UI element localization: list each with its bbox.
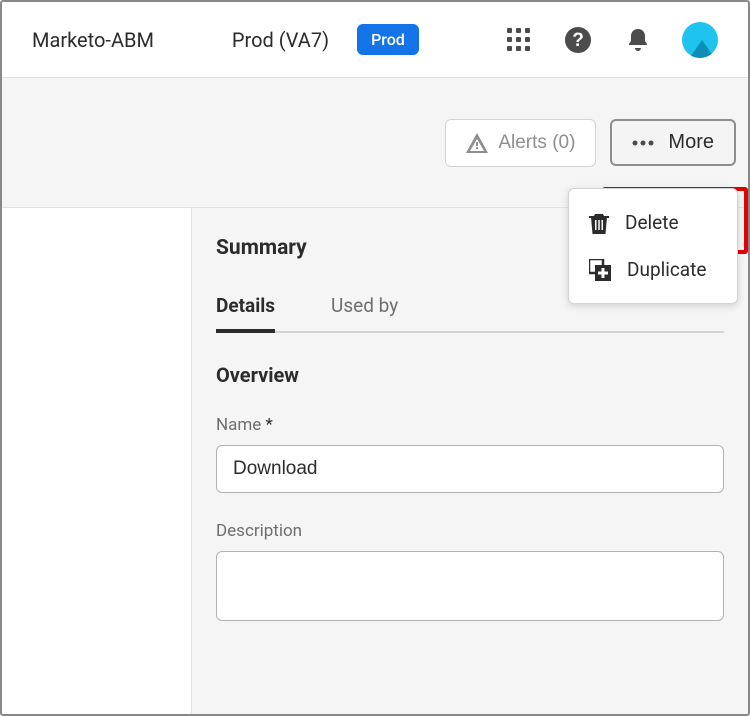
more-label: More <box>668 131 714 154</box>
duplicate-menu-item[interactable]: Duplicate <box>569 246 737 293</box>
description-label: Description <box>216 521 724 541</box>
trash-icon <box>589 212 609 234</box>
warning-icon <box>466 133 488 153</box>
name-label: Name * <box>216 415 724 435</box>
help-icon[interactable]: ? <box>562 24 594 56</box>
duplicate-label: Duplicate <box>627 258 706 281</box>
env-badge: Prod <box>357 24 419 55</box>
tab-used-by[interactable]: Used by <box>331 294 398 331</box>
delete-menu-item[interactable]: Delete <box>569 199 737 246</box>
name-field: Name * <box>216 415 724 493</box>
overview-heading: Overview <box>216 363 724 387</box>
name-input[interactable] <box>216 445 724 493</box>
required-asterisk: * <box>266 415 273 435</box>
delete-label: Delete <box>625 211 679 234</box>
alerts-label: Alerts (0) <box>498 132 575 154</box>
more-button[interactable]: More <box>610 119 736 166</box>
svg-text:?: ? <box>572 30 584 51</box>
more-dropdown: Delete Duplicate <box>568 188 738 304</box>
environment-label[interactable]: Prod (VA7) <box>232 28 329 52</box>
alerts-button[interactable]: Alerts (0) <box>445 119 596 167</box>
top-header: Marketo-ABM Prod (VA7) Prod ? <box>2 2 748 78</box>
description-input[interactable] <box>216 551 724 621</box>
left-sidebar <box>2 208 192 714</box>
user-avatar[interactable] <box>682 22 718 58</box>
tab-details[interactable]: Details <box>216 294 275 331</box>
more-dots-icon <box>632 140 654 146</box>
notifications-bell-icon[interactable] <box>622 24 654 56</box>
app-title: Marketo-ABM <box>32 28 154 52</box>
apps-grid-icon[interactable] <box>502 24 534 56</box>
description-field: Description <box>216 521 724 625</box>
duplicate-icon <box>589 259 611 281</box>
